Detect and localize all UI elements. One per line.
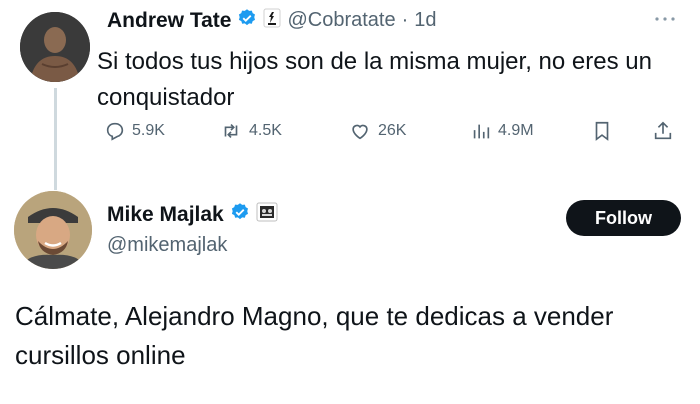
author-row: Andrew Tate @Cobratate · 1d	[107, 8, 437, 33]
views-count: 4.9M	[498, 122, 534, 139]
reply-count: 5.9K	[132, 122, 165, 139]
original-tweet: Andrew Tate @Cobratate · 1d Si todos tus…	[0, 0, 700, 190]
tweet-text: Si todos tus hijos son de la misma mujer…	[97, 48, 652, 111]
display-name[interactable]: Andrew Tate	[107, 9, 231, 33]
separator-dot: ·	[401, 9, 409, 31]
avatar[interactable]	[20, 12, 90, 82]
author-row: Mike Majlak	[107, 202, 278, 227]
like-button[interactable]: 26K	[348, 120, 406, 142]
tweet-text: Cálmate, Alejandro Magno, que te dedicas…	[15, 301, 614, 370]
retweet-count: 4.5K	[249, 122, 282, 139]
handle[interactable]: @Cobratate	[287, 9, 395, 32]
retweet-button[interactable]: 4.5K	[219, 120, 282, 142]
verified-badge-icon	[230, 202, 250, 227]
reply-icon	[106, 122, 124, 141]
handle[interactable]: @mikemajlak	[107, 234, 227, 257]
views-button[interactable]: 4.9M	[470, 120, 534, 142]
avatar-photo	[14, 191, 92, 269]
affiliate-badge-icon	[263, 8, 281, 33]
more-icon[interactable]	[654, 8, 676, 29]
avatar[interactable]	[14, 191, 92, 269]
bookmark-icon	[595, 121, 609, 141]
follow-button[interactable]: Follow	[566, 200, 681, 236]
avatar-photo	[20, 12, 90, 82]
retweet-icon	[224, 123, 238, 139]
heart-icon	[352, 124, 368, 140]
verified-badge-icon	[237, 8, 257, 33]
like-count: 26K	[378, 122, 407, 139]
reply-button[interactable]: 5.9K	[104, 120, 165, 142]
affiliate-badge-icon	[256, 202, 278, 227]
display-name[interactable]: Mike Majlak	[107, 203, 224, 227]
bookmark-button[interactable]	[591, 120, 613, 142]
thread-connector-line	[54, 88, 57, 190]
timestamp[interactable]: 1d	[414, 9, 436, 32]
views-icon	[473, 124, 490, 139]
reply-tweet: Mike Majlak @mikemajlak Follow Cálmate, …	[0, 185, 700, 404]
action-bar: 5.9K 4.5K 26K 4.9M	[104, 120, 684, 150]
share-icon	[654, 121, 672, 140]
share-button[interactable]	[652, 120, 674, 142]
